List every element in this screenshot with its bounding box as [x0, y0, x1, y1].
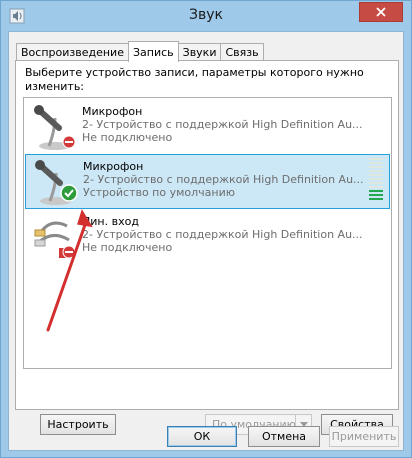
ok-button[interactable]: ОК [167, 426, 237, 447]
cancel-button[interactable]: Отмена [248, 426, 320, 447]
recording-device-list[interactable]: Микрофон 2- Устройство с поддержкой High… [23, 97, 392, 369]
window-title: Звук [189, 7, 223, 23]
level-meter-bar [369, 170, 383, 172]
close-button[interactable] [359, 2, 403, 22]
level-meter-bar [369, 186, 383, 188]
sound-dialog: Звук Воспроизведение Запись Звуки Связь … [0, 0, 412, 458]
configure-button[interactable]: Настроить [40, 414, 116, 435]
instructions-text: Выберите устройство записи, параметры ко… [25, 66, 364, 93]
recording-tab-panel: Выберите устройство записи, параметры ко… [15, 60, 399, 435]
level-meter-bar [369, 190, 383, 192]
disconnected-badge-icon [62, 245, 76, 259]
apply-button[interactable]: Применить [329, 426, 399, 447]
default-check-icon [60, 184, 78, 202]
disconnected-badge-icon [62, 135, 76, 149]
device-description: 2- Устройство с поддержкой High Definiti… [83, 173, 363, 186]
device-description: 2- Устройство с поддержкой High Definiti… [82, 118, 362, 131]
title-bar[interactable]: Звук [1, 1, 411, 31]
device-status: Не подключено [82, 241, 173, 254]
device-status: Устройство по умолчанию [83, 186, 236, 199]
configure-button-label: Настроить [47, 418, 109, 431]
level-meter-bar [369, 158, 383, 160]
device-item-line-in[interactable]: Лин. вход 2- Устройство с поддержкой Hig… [25, 210, 390, 265]
device-name: Микрофон [83, 160, 144, 173]
dialog-client-area: Воспроизведение Запись Звуки Связь Выбер… [8, 31, 404, 451]
cancel-button-label: Отмена [261, 430, 307, 443]
device-item-microphone-1[interactable]: Микрофон 2- Устройство с поддержкой High… [25, 100, 390, 155]
input-level-meter [369, 158, 383, 203]
device-name: Микрофон [82, 105, 143, 118]
device-name: Лин. вход [82, 215, 139, 228]
device-description: 2- Устройство с поддержкой High Definiti… [82, 228, 362, 241]
tab-communications[interactable]: Связь [220, 43, 264, 61]
device-item-microphone-2[interactable]: Микрофон 2- Устройство с поддержкой High… [25, 154, 390, 209]
level-meter-bar [369, 174, 383, 176]
tab-recording[interactable]: Запись [127, 41, 179, 62]
close-icon [376, 7, 386, 17]
apply-button-label: Применить [331, 430, 397, 443]
level-meter-bar [369, 162, 383, 164]
device-status: Не подключено [82, 131, 173, 144]
level-meter-bar [369, 194, 383, 196]
level-meter-bar [369, 198, 383, 200]
tab-playback[interactable]: Воспроизведение [16, 43, 129, 61]
tab-sounds[interactable]: Звуки [177, 43, 222, 61]
tab-strip: Воспроизведение Запись Звуки Связь [16, 41, 264, 62]
level-meter-bar [369, 166, 383, 168]
level-meter-bar [369, 182, 383, 184]
level-meter-bar [369, 178, 383, 180]
ok-button-label: ОК [193, 430, 211, 443]
